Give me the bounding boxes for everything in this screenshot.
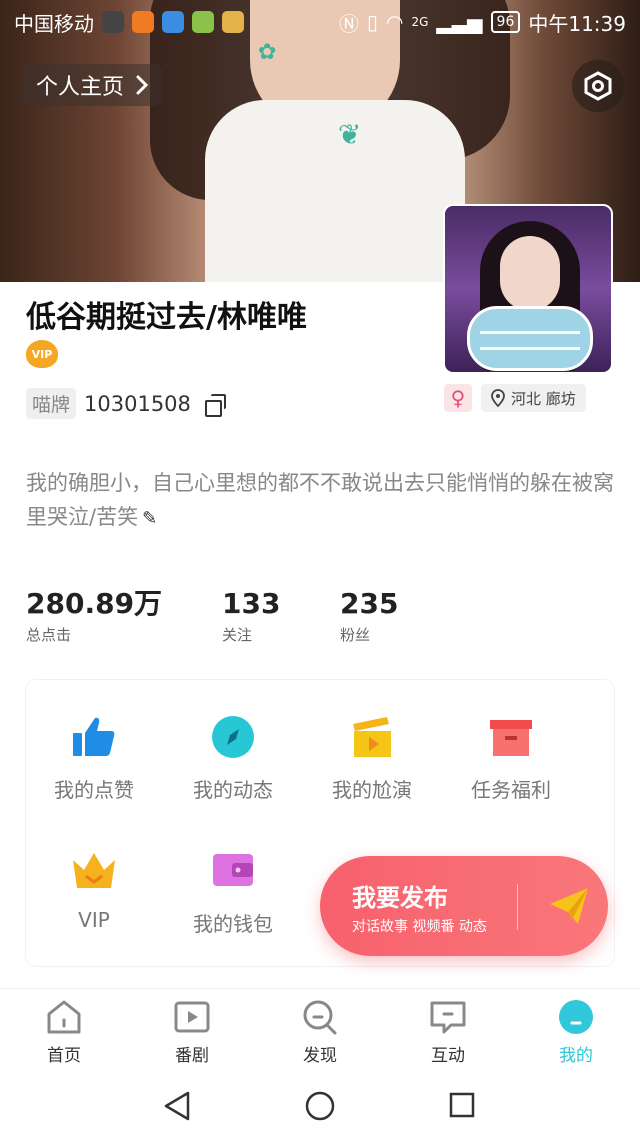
tab-series[interactable]: 番剧 — [142, 999, 242, 1066]
back-icon[interactable] — [162, 1090, 192, 1122]
chevron-right-icon — [136, 75, 149, 95]
carrier-label: 中国移动 — [14, 11, 94, 36]
avatar[interactable] — [443, 204, 613, 374]
vibrate-icon: ▯ — [366, 10, 378, 34]
signal-icon: ▂▃▅ — [436, 10, 483, 34]
search-icon — [303, 1000, 337, 1035]
publish-button[interactable]: 我要发布 对话故事 视频番 动态 — [320, 856, 608, 956]
stat-total-clicks[interactable]: 280.89万 总点击 — [26, 586, 162, 645]
app-notification-icon — [222, 11, 244, 33]
bio[interactable]: 我的确胆小，自己心里想的都不不敢说出去只能悄悄的躲在被窝里哭泣/苦笑 ✎ — [26, 466, 616, 536]
stat-followers[interactable]: 235 粉丝 — [340, 586, 398, 645]
location-text: 河北 廊坊 — [511, 389, 576, 408]
copy-icon[interactable] — [204, 393, 226, 417]
stat-value: 235 — [340, 587, 399, 620]
system-nav-bar — [0, 1072, 640, 1138]
stat-label: 粉丝 — [340, 626, 371, 644]
user-id: 10301508 — [84, 391, 191, 416]
tab-discover[interactable]: 发现 — [270, 999, 370, 1066]
hexagon-settings-icon — [584, 71, 612, 101]
personal-homepage-label: 个人主页 — [36, 75, 125, 100]
grid-item-activity[interactable]: 我的动态 — [163, 714, 303, 803]
id-tag: 喵牌 — [26, 388, 77, 419]
personal-homepage-button[interactable]: 个人主页 — [22, 64, 163, 106]
tab-label: 我的 — [559, 1046, 593, 1066]
grid-item-task-rewards[interactable]: 任务福利 — [441, 714, 581, 803]
stats-row: 280.89万 总点击 133 关注 235 粉丝 — [0, 586, 640, 646]
profile-screen: ✿ ❦ 中国移动 Ⓝ ▯ ◠ 2G ▂▃▅ 96 中午11:39 个人主页 低谷… — [0, 0, 640, 1138]
user-name: 低谷期挺过去/林唯唯 — [26, 300, 307, 335]
bio-text: 我的确胆小，自己心里想的都不不敢说出去只能悄悄的躲在被窝里哭泣/苦笑 — [26, 471, 614, 529]
vip-badge-icon: VIP — [26, 340, 58, 368]
grid-item-label: 我的点赞 — [54, 778, 134, 802]
tab-interact[interactable]: 互动 — [398, 999, 498, 1066]
crown-icon — [73, 853, 115, 888]
stat-label: 总点击 — [26, 626, 72, 644]
status-bar: 中国移动 Ⓝ ▯ ◠ 2G ▂▃▅ 96 中午11:39 — [0, 0, 640, 44]
app-notification-icon — [162, 11, 184, 33]
tab-label: 番剧 — [175, 1046, 209, 1066]
grid-item-wallet[interactable]: 我的钱包 — [163, 848, 303, 937]
battery-level: 96 — [490, 11, 521, 33]
profile-icon — [559, 1000, 593, 1034]
grid-item-likes[interactable]: 我的点赞 — [24, 714, 164, 803]
settings-button[interactable] — [572, 60, 624, 112]
wifi-icon: ◠ — [385, 10, 404, 34]
female-icon: ♀ — [444, 384, 472, 412]
publish-title: 我要发布 — [352, 884, 448, 912]
grid-item-label: 我的动态 — [193, 778, 273, 802]
publish-subtitle: 对话故事 视频番 动态 — [352, 919, 487, 935]
paper-plane-icon — [550, 888, 588, 924]
grid-item-performances[interactable]: 我的尬演 — [302, 714, 442, 803]
thumbs-up-icon — [73, 717, 115, 756]
network-type: 2G — [411, 15, 429, 29]
tab-home[interactable]: 首页 — [14, 999, 114, 1066]
app-notification-icon — [102, 11, 124, 33]
gift-box-icon — [490, 720, 532, 756]
nfc-icon: Ⓝ — [338, 11, 359, 36]
stat-value: 280.89万 — [26, 587, 163, 620]
stat-label: 关注 — [222, 626, 253, 644]
location-badge: 河北 廊坊 — [481, 384, 586, 412]
clock: 中午11:39 — [528, 11, 626, 36]
grid-item-label: 我的钱包 — [193, 912, 273, 936]
recents-square-icon[interactable] — [448, 1091, 476, 1119]
play-icon — [174, 1001, 210, 1033]
tab-label: 首页 — [47, 1046, 81, 1066]
home-circle-icon[interactable] — [304, 1090, 336, 1122]
clapperboard-icon — [353, 717, 391, 757]
wallet-icon — [213, 854, 253, 886]
tab-mine[interactable]: 我的 — [526, 999, 626, 1066]
location-pin-icon — [491, 389, 505, 407]
grid-item-label: 任务福利 — [471, 778, 551, 802]
stat-value: 133 — [222, 587, 281, 620]
stat-following[interactable]: 133 关注 — [222, 586, 280, 645]
edit-pencil-icon[interactable]: ✎ — [142, 502, 157, 536]
compass-icon — [212, 716, 254, 758]
grid-item-label: VIP — [78, 908, 110, 932]
home-icon — [47, 1000, 81, 1034]
tab-label: 发现 — [303, 1046, 337, 1066]
app-notification-icon — [192, 11, 214, 33]
app-notification-icon — [132, 11, 154, 33]
chat-icon — [430, 1001, 466, 1034]
grid-item-label: 我的尬演 — [332, 778, 412, 802]
grid-item-vip[interactable]: VIP — [24, 848, 164, 932]
publish-divider — [517, 884, 518, 930]
bottom-tab-bar: 首页 番剧 发现 互动 我的 — [0, 988, 640, 1072]
user-id-row: 喵牌 10301508 — [26, 388, 226, 419]
tab-label: 互动 — [431, 1046, 465, 1066]
